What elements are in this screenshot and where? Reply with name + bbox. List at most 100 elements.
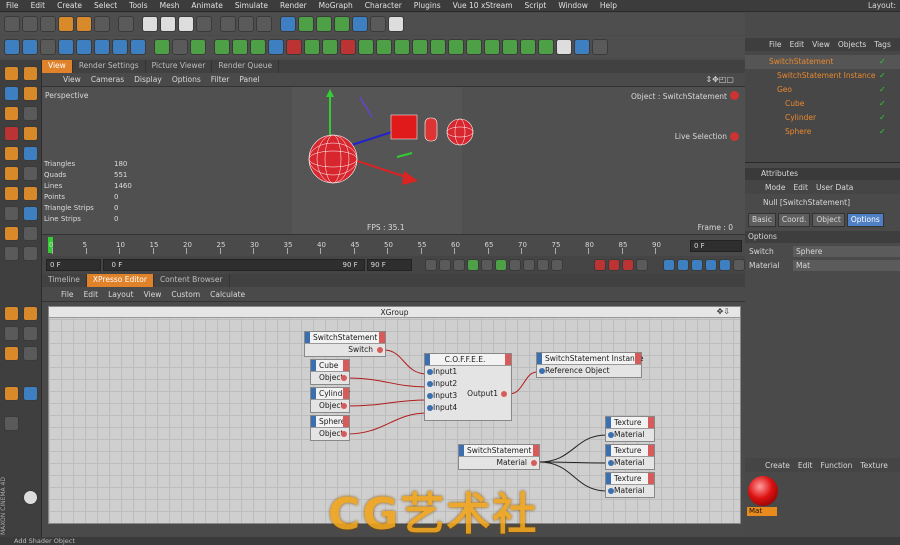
tab-xpresso-editor[interactable]: XPresso Editor bbox=[86, 274, 154, 287]
tab-render-queue[interactable]: Render Queue bbox=[212, 60, 280, 73]
attr-menu-edit[interactable]: Edit bbox=[789, 183, 812, 192]
frame-range-slider[interactable]: 0 F 90 F bbox=[102, 259, 365, 271]
menu-script[interactable]: Script bbox=[519, 1, 553, 10]
snap-icon[interactable] bbox=[154, 39, 170, 55]
om-row-cube[interactable]: Cube bbox=[745, 97, 900, 111]
subdivision-icon[interactable] bbox=[316, 16, 332, 32]
node-texture-3[interactable]: Texture Material bbox=[605, 472, 655, 498]
tag-icon-3[interactable] bbox=[250, 39, 266, 55]
bone-icon[interactable] bbox=[4, 346, 19, 361]
attr-menu-mode[interactable]: Mode bbox=[761, 183, 789, 192]
port-reference-object[interactable]: Reference Object bbox=[537, 365, 641, 377]
menu-plugins[interactable]: Plugins bbox=[408, 1, 447, 10]
port-input1[interactable]: Input1 bbox=[425, 366, 511, 378]
node-cylinder[interactable]: Cylinder Object bbox=[310, 387, 350, 413]
smooth-icon[interactable] bbox=[4, 186, 19, 201]
current-frame-field[interactable]: 0 F bbox=[690, 240, 742, 252]
port-object[interactable]: Object bbox=[311, 372, 349, 384]
port-material[interactable]: Material bbox=[606, 457, 654, 469]
goto-end-icon[interactable] bbox=[537, 259, 550, 271]
attr-tab-object[interactable]: Object bbox=[812, 213, 845, 227]
tag-icon-10[interactable] bbox=[376, 39, 392, 55]
bevel-icon[interactable] bbox=[4, 146, 19, 161]
play-forward-icon[interactable] bbox=[495, 259, 508, 271]
keyframe-selection-icon[interactable] bbox=[622, 259, 635, 271]
tag-icon-1[interactable] bbox=[214, 39, 230, 55]
tab-picture-viewer[interactable]: Picture Viewer bbox=[146, 60, 213, 73]
grid-icon[interactable] bbox=[23, 206, 38, 221]
key-parameter-icon[interactable] bbox=[705, 259, 717, 271]
vp-menu-view[interactable]: View bbox=[58, 75, 86, 84]
menu-help[interactable]: Help bbox=[594, 1, 623, 10]
texture-axis-icon[interactable] bbox=[23, 86, 38, 101]
switch-field[interactable]: Sphere bbox=[793, 246, 900, 257]
layer-icon[interactable] bbox=[4, 306, 19, 321]
port-output1[interactable]: Output1 bbox=[467, 389, 507, 398]
xp-menu-edit[interactable]: Edit bbox=[79, 290, 104, 299]
hair-icon[interactable] bbox=[23, 226, 38, 241]
vp-menu-cameras[interactable]: Cameras bbox=[86, 75, 129, 84]
z-axis-icon[interactable] bbox=[178, 16, 194, 32]
pause-icon[interactable] bbox=[481, 259, 494, 271]
extrude-icon[interactable] bbox=[23, 126, 38, 141]
cube-icon[interactable] bbox=[280, 16, 296, 32]
tab-view[interactable]: View bbox=[42, 60, 73, 73]
tag-icon-11[interactable] bbox=[394, 39, 410, 55]
mm-menu-texture[interactable]: Texture bbox=[856, 461, 891, 470]
iron-icon[interactable] bbox=[23, 166, 38, 181]
xp-menu-layout[interactable]: Layout bbox=[103, 290, 139, 299]
recent-tool-icon[interactable] bbox=[118, 16, 134, 32]
soft-select-icon[interactable] bbox=[4, 246, 19, 261]
tag-icon-18[interactable] bbox=[520, 39, 536, 55]
port-switch[interactable]: Switch bbox=[305, 344, 385, 356]
tag-icon-21[interactable] bbox=[574, 39, 590, 55]
node-texture-1[interactable]: Texture Material bbox=[605, 416, 655, 442]
key-pla-icon[interactable] bbox=[719, 259, 731, 271]
tag-icon-14[interactable] bbox=[448, 39, 464, 55]
camera-icon[interactable] bbox=[370, 16, 386, 32]
lock-icon[interactable] bbox=[4, 226, 19, 241]
port-object[interactable]: Object bbox=[311, 428, 349, 440]
attr-tab-coord[interactable]: Coord. bbox=[777, 213, 811, 227]
next-key-icon[interactable] bbox=[523, 259, 536, 271]
sculpt-icon[interactable] bbox=[23, 246, 38, 261]
render-view-icon[interactable] bbox=[220, 16, 236, 32]
loop-icon[interactable] bbox=[551, 259, 564, 271]
mirror-icon[interactable] bbox=[23, 186, 38, 201]
node-cube[interactable]: Cube Object bbox=[310, 359, 350, 385]
menu-create[interactable]: Create bbox=[51, 1, 88, 10]
xp-menu-file[interactable]: File bbox=[56, 290, 79, 299]
cube-left-icon[interactable] bbox=[4, 386, 19, 401]
tag-icon-19[interactable] bbox=[538, 39, 554, 55]
key-options-icon[interactable] bbox=[636, 259, 649, 271]
timeline-ruler[interactable]: 0 5 10 15 20 25 30 35 40 45 50 55 60 65 70 75 80 85 90 bbox=[42, 234, 745, 256]
om-menu-tags[interactable]: Tags bbox=[870, 40, 895, 49]
joint-icon[interactable] bbox=[23, 326, 38, 341]
start-frame-field[interactable]: 0 F bbox=[46, 259, 101, 271]
prev-key-icon[interactable] bbox=[439, 259, 452, 271]
key-scale-icon[interactable] bbox=[677, 259, 689, 271]
palette-icon[interactable] bbox=[23, 66, 38, 81]
xp-menu-custom[interactable]: Custom bbox=[166, 290, 205, 299]
autokey-icon[interactable] bbox=[608, 259, 621, 271]
clone-icon[interactable] bbox=[4, 206, 19, 221]
menu-character[interactable]: Character bbox=[359, 1, 408, 10]
viewport-3d[interactable]: Perspective Object : SwitchStatement Liv… bbox=[42, 87, 745, 234]
menu-edit[interactable]: Edit bbox=[25, 1, 52, 10]
render-sphere-icon[interactable] bbox=[23, 490, 38, 505]
port-material[interactable]: Material bbox=[606, 429, 654, 441]
om-row-switchstatement[interactable]: SwitchStatement bbox=[745, 55, 900, 69]
tag-icon-12[interactable] bbox=[412, 39, 428, 55]
key-rotation-icon[interactable] bbox=[691, 259, 703, 271]
attr-menu-user-data[interactable]: User Data bbox=[812, 183, 857, 192]
mode-workplane-icon[interactable] bbox=[58, 39, 74, 55]
record-icon[interactable] bbox=[594, 259, 607, 271]
tab-render-settings[interactable]: Render Settings bbox=[73, 60, 146, 73]
next-frame-icon[interactable] bbox=[509, 259, 522, 271]
om-menu-edit[interactable]: Edit bbox=[786, 40, 809, 49]
mm-menu-edit[interactable]: Edit bbox=[794, 461, 817, 470]
target-icon[interactable] bbox=[4, 326, 19, 341]
om-row-cylinder[interactable]: Cylinder bbox=[745, 111, 900, 125]
vp-menu-options[interactable]: Options bbox=[167, 75, 206, 84]
tag-icon-7[interactable] bbox=[322, 39, 338, 55]
